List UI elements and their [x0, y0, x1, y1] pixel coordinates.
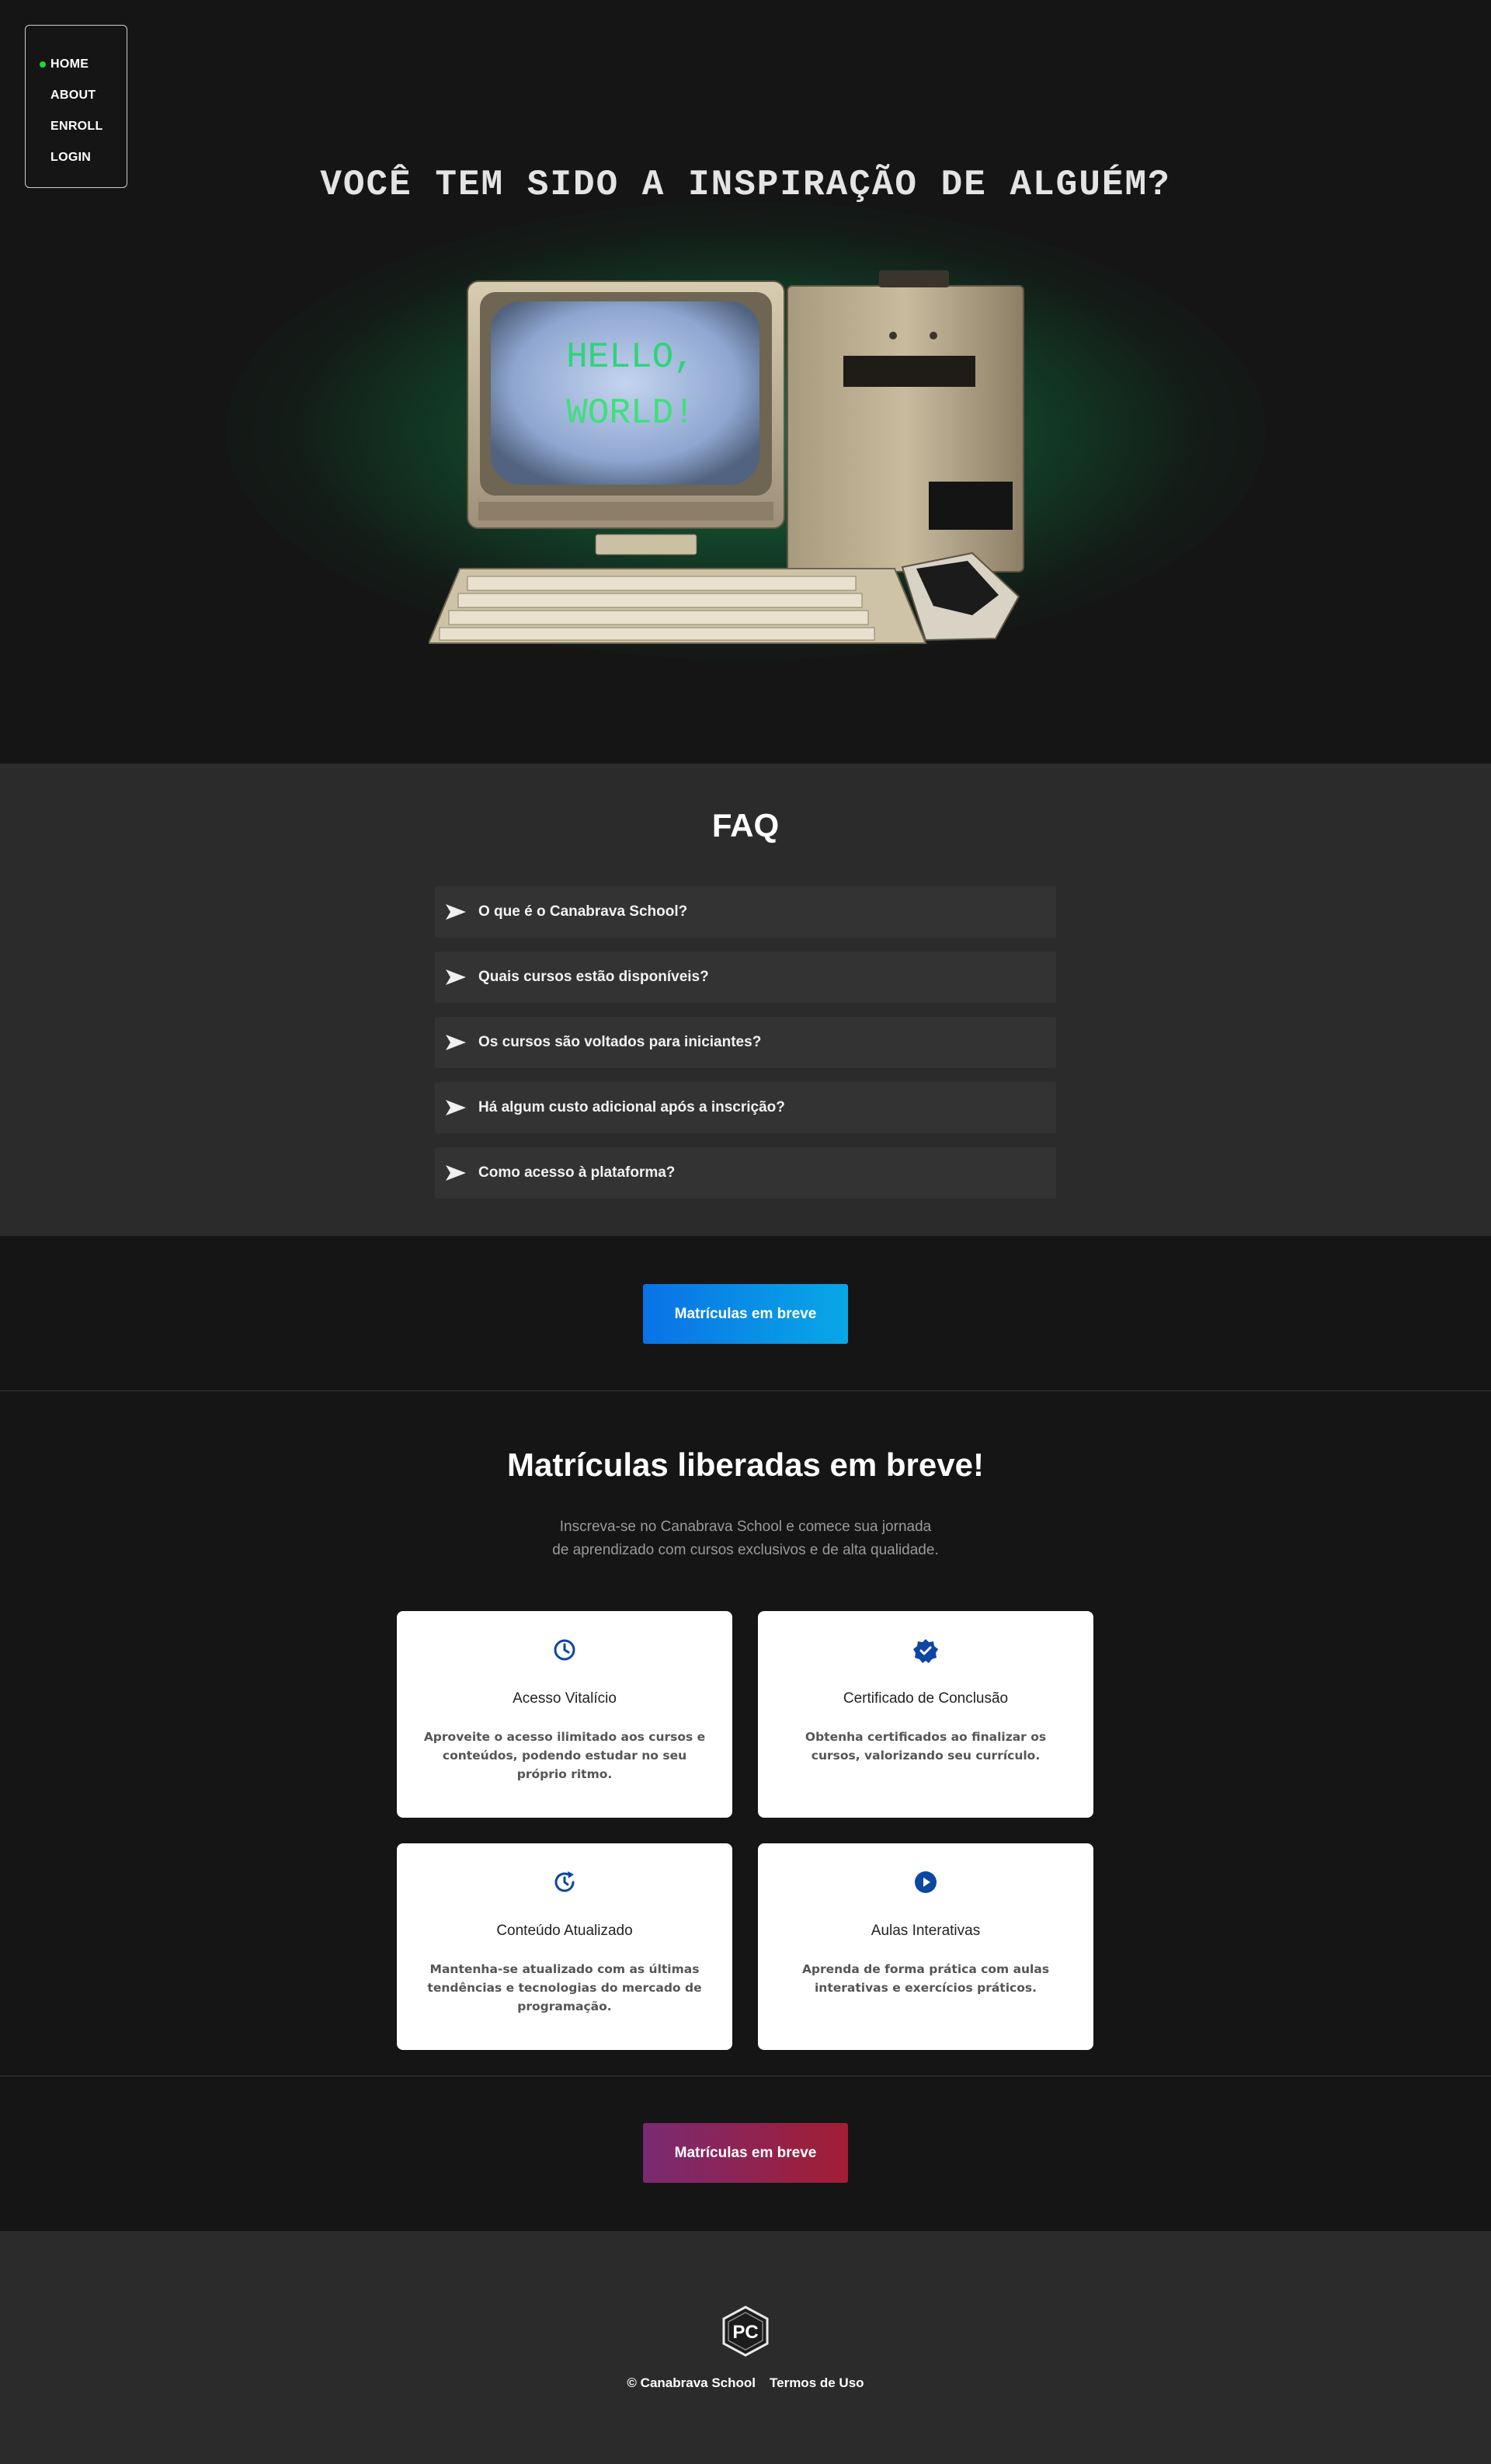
clock-icon [397, 1637, 732, 1662]
feature-card-text: Aproveite o acesso ilimitado aos cursos … [423, 1730, 706, 1781]
nav-item-enroll[interactable]: ENROLL [26, 111, 127, 142]
footer-links: © Canabrava School Termos de Uso [0, 2375, 1491, 2391]
screen-text-line1: HELLO, [566, 337, 695, 378]
feature-card: Certificado de Conclusão Obtenha certifi… [758, 1611, 1093, 1818]
faq-title: FAQ [711, 807, 780, 844]
nav-item-home[interactable]: HOME [26, 49, 127, 80]
faq-item[interactable]: Quais cursos estão disponíveis? [435, 952, 1056, 1003]
enroll-soon-button[interactable]: Matrículas em breve [643, 1284, 848, 1344]
feature-card: Aulas Interativas Aprenda de forma práti… [758, 1843, 1093, 2050]
verified-badge-icon [758, 1637, 1093, 1664]
feature-card-title: Aulas Interativas [871, 1923, 981, 1939]
main-nav: HOME ABOUT ENROLL LOGIN [25, 25, 127, 188]
feature-card-text: Obtenha certificados ao finalizar os cur… [805, 1730, 1047, 1763]
nav-item-label: LOGIN [50, 151, 92, 164]
arrow-right-icon [446, 1165, 466, 1181]
play-circle-icon [758, 1870, 1093, 1895]
faq-item[interactable]: Como acesso à plataforma? [435, 1147, 1056, 1199]
features-title: Matrículas liberadas em breve! [507, 1446, 984, 1483]
footer: PC © Canabrava School Termos de Uso [0, 2231, 1491, 2464]
cta-section-bottom: Matrículas em breve [0, 2076, 1491, 2231]
retro-computer-image: HELLO, WORLD! [429, 270, 1024, 644]
features-subtitle-line2: de aprendizado com cursos exclusivos e d… [552, 1542, 939, 1558]
features-subtitle-line1: Inscreva-se no Canabrava School e comece… [559, 1519, 932, 1535]
nav-item-label: HOME [50, 57, 89, 71]
feature-card-title: Conteúdo Atualizado [496, 1923, 633, 1939]
nav-item-login[interactable]: LOGIN [26, 142, 127, 173]
arrow-right-icon [446, 1035, 466, 1050]
enroll-soon-button[interactable]: Matrículas em breve [643, 2123, 848, 2183]
arrow-right-icon [446, 904, 466, 920]
screen-text-line2: WORLD! [566, 393, 695, 433]
arrow-right-icon [446, 969, 466, 985]
faq-question: Quais cursos estão disponíveis? [478, 969, 709, 985]
feature-card-title: Certificado de Conclusão [843, 1690, 1009, 1707]
school-logo: PC [722, 2306, 769, 2357]
nav-item-label: ABOUT [50, 89, 96, 102]
hero-title: VOCÊ TEM SIDO A INSPIRAÇÃO DE ALGUÉM? [320, 165, 1171, 205]
logo-text: PC [732, 2322, 758, 2343]
refresh-clock-icon [397, 1870, 732, 1895]
copyright-text: © Canabrava School [627, 2375, 756, 2390]
nav-item-about[interactable]: ABOUT [26, 80, 127, 111]
faq-question: Como acesso à plataforma? [478, 1164, 676, 1181]
faq-question: Há algum custo adicional após a inscriçã… [478, 1099, 785, 1115]
terms-link[interactable]: Termos de Uso [770, 2375, 864, 2391]
feature-card: Conteúdo Atualizado Mantenha-se atualiza… [397, 1843, 732, 2050]
faq-item[interactable]: O que é o Canabrava School? [435, 886, 1056, 938]
active-indicator-dot [40, 61, 46, 68]
features-section: Matrículas liberadas em breve! Inscreva-… [0, 1391, 1491, 2076]
nav-item-label: ENROLL [50, 120, 103, 133]
hero-section: VOCÊ TEM SIDO A INSPIRAÇÃO DE ALGUÉM? HE… [0, 0, 1491, 764]
faq-question: O que é o Canabrava School? [478, 903, 688, 920]
faq-item[interactable]: Há algum custo adicional após a inscriçã… [435, 1082, 1056, 1133]
faq-item[interactable]: Os cursos são voltados para iniciantes? [435, 1017, 1056, 1068]
arrow-right-icon [446, 1100, 466, 1115]
faq-question: Os cursos são voltados para iniciantes? [478, 1034, 762, 1050]
feature-card-text: Mantenha-se atualizado com as últimas te… [427, 1962, 702, 2013]
feature-card-text: Aprenda de forma prática com aulas inter… [801, 1962, 1050, 1995]
cta-section-top: Matrículas em breve [0, 1236, 1491, 1391]
faq-section: FAQ O que é o Canabrava School? Quais cu… [0, 764, 1491, 1236]
feature-card-title: Acesso Vitalício [513, 1690, 617, 1707]
features-subtitle: Inscreva-se no Canabrava School e comece… [544, 1516, 947, 1562]
feature-card: Acesso Vitalício Aproveite o acesso ilim… [397, 1611, 732, 1818]
